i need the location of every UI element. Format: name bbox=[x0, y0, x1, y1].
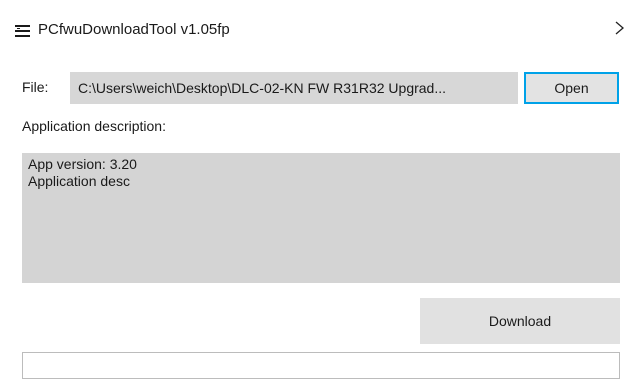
progress-bar bbox=[22, 352, 620, 379]
app-description-text: Application desc bbox=[28, 173, 130, 189]
app-version-text: App version: 3.20 bbox=[28, 156, 137, 172]
file-path-field[interactable]: C:\Users\weich\Desktop\DLC-02-KN FW R31R… bbox=[70, 72, 518, 104]
close-icon[interactable] bbox=[615, 21, 624, 39]
description-label: Application description: bbox=[22, 118, 166, 134]
main-window: PCfwuDownloadTool v1.05fp File: C:\Users… bbox=[0, 0, 624, 391]
description-box: App version: 3.20 Application desc bbox=[22, 153, 620, 283]
open-button[interactable]: Open bbox=[524, 72, 619, 104]
app-menu-icon[interactable] bbox=[15, 24, 30, 37]
window-title: PCfwuDownloadTool v1.05fp bbox=[38, 21, 230, 38]
title-bar: PCfwuDownloadTool v1.05fp bbox=[0, 0, 624, 60]
download-button[interactable]: Download bbox=[420, 298, 620, 344]
file-label: File: bbox=[22, 79, 49, 95]
